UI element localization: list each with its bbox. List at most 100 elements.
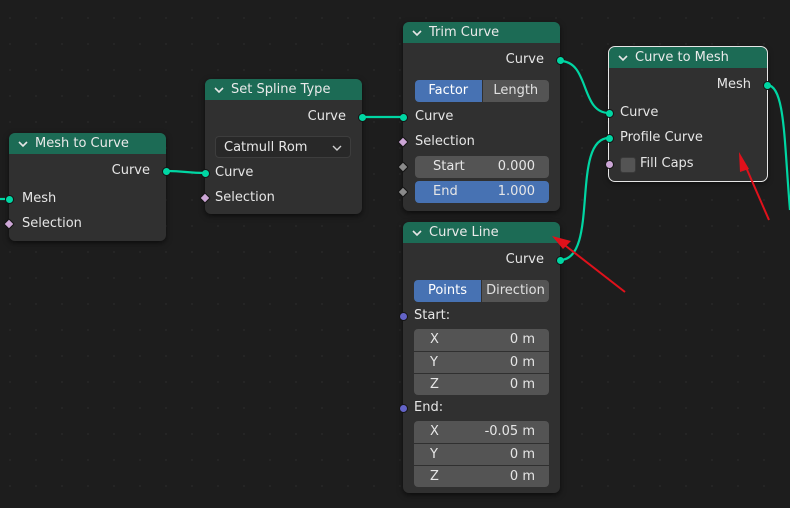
grid-dot (321, 381, 323, 383)
grid-dot (685, 17, 687, 19)
grid-dot (581, 251, 583, 253)
chevron-down-icon[interactable] (411, 27, 423, 39)
grid-dot (633, 459, 635, 461)
spline-type-dropdown[interactable]: Catmull Rom (215, 136, 351, 158)
grid-dot (191, 433, 193, 435)
grid-dot (581, 17, 583, 19)
mode-direction-button[interactable]: Direction (481, 280, 549, 302)
input-curve-socket[interactable] (399, 113, 408, 122)
fill-caps-socket[interactable] (605, 160, 614, 169)
grid-dot (217, 433, 219, 435)
input-curve-socket[interactable] (605, 109, 614, 118)
grid-dot (87, 69, 89, 71)
node-header[interactable]: Trim Curve (403, 22, 560, 43)
grid-dot (113, 95, 115, 97)
grid-dot (217, 355, 219, 357)
node-header[interactable]: Curve Line (403, 222, 560, 243)
output-curve-socket[interactable] (162, 167, 171, 176)
output-curve-label: Curve (505, 252, 544, 267)
grid-dot (113, 329, 115, 331)
chevron-down-icon[interactable] (411, 227, 423, 239)
node-trim-curve[interactable]: Trim Curve Curve Factor Length Curve Sel… (397, 22, 565, 211)
grid-dot (321, 485, 323, 487)
grid-dot (9, 277, 11, 279)
grid-dot (243, 407, 245, 409)
grid-dot (9, 121, 11, 123)
node-curve-to-mesh[interactable]: Curve to Mesh Mesh Curve Profile Curve F… (605, 46, 772, 182)
grid-dot (191, 199, 193, 201)
grid-dot (243, 43, 245, 45)
node-header[interactable]: Set Spline Type (205, 79, 362, 100)
mode-points-button[interactable]: Points (414, 280, 481, 302)
grid-dot (373, 277, 375, 279)
grid-dot (191, 43, 193, 45)
start-z-field[interactable]: Z 0 m (414, 373, 549, 395)
chevron-down-icon[interactable] (213, 84, 225, 96)
chevron-down-icon[interactable] (617, 52, 629, 64)
grid-dot (295, 17, 297, 19)
grid-dot (685, 459, 687, 461)
line-mode-toggle[interactable]: Points Direction (414, 280, 549, 302)
mode-length-button[interactable]: Length (481, 80, 549, 102)
input-mesh-socket[interactable] (5, 195, 14, 204)
grid-dot (35, 95, 37, 97)
trim-mode-toggle[interactable]: Factor Length (415, 80, 549, 102)
grid-dot (191, 173, 193, 175)
output-curve-socket[interactable] (556, 56, 565, 65)
grid-dot (243, 355, 245, 357)
grid-dot (581, 199, 583, 201)
grid-dot (113, 121, 115, 123)
node-curve-line[interactable]: Curve Line Curve Points Direction Start:… (399, 222, 565, 493)
input-profile-curve-socket[interactable] (605, 134, 614, 143)
grid-dot (113, 69, 115, 71)
start-y-field[interactable]: Y 0 m (414, 351, 549, 373)
input-curve-socket[interactable] (201, 169, 210, 178)
end-vector-fields[interactable]: X -0.05 m Y 0 m Z 0 m (414, 421, 549, 487)
grid-dot (87, 17, 89, 19)
grid-dot (217, 381, 219, 383)
node-header[interactable]: Mesh to Curve (9, 133, 166, 154)
chevron-down-icon[interactable] (17, 138, 29, 150)
grid-dot (659, 225, 661, 227)
grid-dot (399, 303, 401, 305)
end-x-field[interactable]: X -0.05 m (414, 421, 549, 443)
input-curve-label: Curve (620, 105, 659, 120)
node-set-spline-type[interactable]: Set Spline Type Curve Catmull Rom Curve … (199, 79, 367, 214)
end-field[interactable]: End 1.000 (415, 181, 549, 203)
grid-dot (165, 43, 167, 45)
grid-dot (165, 407, 167, 409)
grid-dot (399, 329, 401, 331)
end-z-field[interactable]: Z 0 m (414, 465, 549, 487)
end-y-field[interactable]: Y 0 m (414, 443, 549, 465)
start-vector-socket[interactable] (399, 312, 408, 321)
fill-caps-checkbox[interactable] (620, 157, 636, 173)
node-header[interactable]: Curve to Mesh (609, 47, 767, 68)
start-field[interactable]: Start 0.000 (415, 156, 549, 178)
grid-dot (35, 303, 37, 305)
grid-dot (243, 329, 245, 331)
end-label: End: (414, 400, 444, 415)
end-vector-socket[interactable] (399, 404, 408, 413)
grid-dot (191, 407, 193, 409)
grid-dot (685, 303, 687, 305)
grid-dot (191, 251, 193, 253)
grid-dot (191, 225, 193, 227)
start-x-field[interactable]: X 0 m (414, 329, 549, 351)
output-curve-socket[interactable] (358, 113, 367, 122)
output-mesh-socket[interactable] (763, 81, 772, 90)
grid-dot (347, 69, 349, 71)
grid-dot (659, 355, 661, 357)
grid-dot (9, 95, 11, 97)
start-vector-fields[interactable]: X 0 m Y 0 m Z 0 m (414, 329, 549, 395)
grid-dot (347, 17, 349, 19)
grid-dot (87, 251, 89, 253)
output-curve-socket[interactable] (556, 256, 565, 265)
mode-factor-button[interactable]: Factor (415, 80, 482, 102)
grid-dot (373, 69, 375, 71)
grid-dot (607, 407, 609, 409)
grid-dot (737, 381, 739, 383)
grid-dot (139, 433, 141, 435)
node-mesh-to-curve[interactable]: Mesh to Curve Curve Mesh Selection (3, 133, 171, 241)
grid-dot (373, 43, 375, 45)
grid-dot (295, 251, 297, 253)
